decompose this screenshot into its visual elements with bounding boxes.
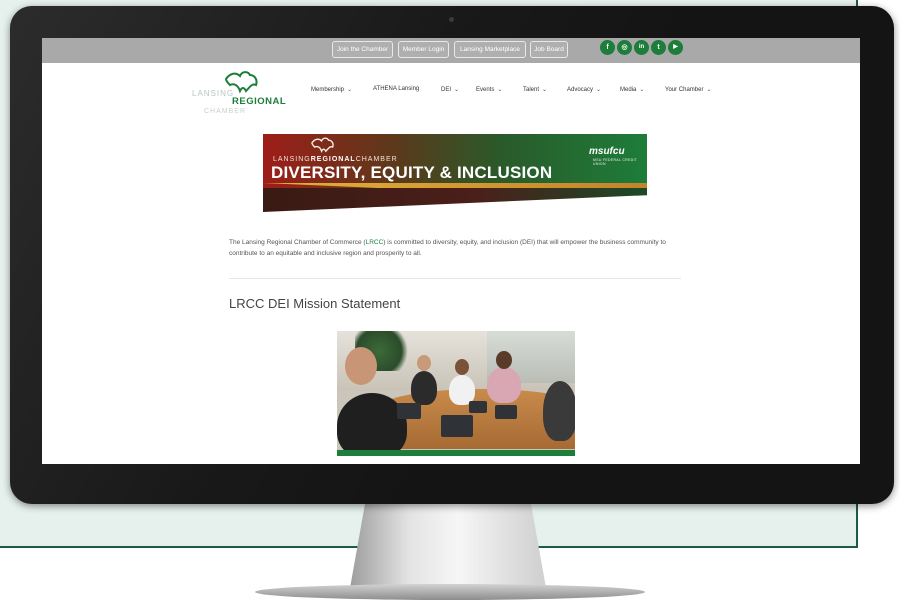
nav-item-advocacy[interactable]: Advocacy ⌄ bbox=[567, 86, 601, 93]
photo-person bbox=[337, 393, 407, 456]
member-login-button[interactable]: Member Login bbox=[398, 41, 449, 58]
nav-item-membership[interactable]: Membership ⌄ bbox=[311, 86, 352, 93]
nav-item-your-chamber[interactable]: Your Chamber ⌄ bbox=[665, 86, 712, 93]
chamber-logo[interactable]: LANSING REGIONAL CHAMBER bbox=[192, 69, 286, 117]
nav-item-dei[interactable]: DEI ⌄ bbox=[441, 86, 459, 93]
nav-item-label: Media bbox=[620, 87, 637, 93]
logo-text-regional: REGIONAL bbox=[232, 96, 287, 107]
facebook-icon[interactable]: f bbox=[600, 40, 615, 55]
nav-item-label: Membership bbox=[311, 87, 345, 93]
sponsor-logo: msufcu bbox=[589, 146, 625, 157]
chevron-down-icon: ⌄ bbox=[454, 87, 460, 93]
nav-item-events[interactable]: Events ⌄ bbox=[476, 86, 502, 93]
utility-bar: Join the Chamber Member Login Lansing Ma… bbox=[42, 38, 860, 63]
photo-person bbox=[487, 367, 521, 403]
photo-person-head bbox=[417, 355, 431, 371]
chevron-down-icon: ⌄ bbox=[347, 87, 353, 93]
photo-laptop bbox=[469, 401, 487, 413]
photo-person-head bbox=[345, 347, 377, 385]
intro-paragraph: The Lansing Regional Chamber of Commerce… bbox=[229, 237, 669, 259]
michigan-mitten-icon bbox=[311, 137, 334, 154]
website-screen: Join the Chamber Member Login Lansing Ma… bbox=[42, 38, 860, 464]
intro-text-before: The Lansing Regional Chamber of Commerce… bbox=[229, 239, 366, 246]
join-chamber-button[interactable]: Join the Chamber bbox=[332, 41, 393, 58]
chevron-down-icon: ⌄ bbox=[596, 87, 602, 93]
nav-item-media[interactable]: Media ⌄ bbox=[620, 86, 644, 93]
photo-laptop bbox=[397, 403, 421, 419]
banner-org-pre: LANSING bbox=[273, 156, 311, 163]
nav-item-athena-lansing[interactable]: ATHENA Lansing bbox=[373, 86, 419, 92]
chevron-down-icon: ⌄ bbox=[542, 87, 548, 93]
instagram-icon[interactable]: ◎ bbox=[617, 40, 632, 55]
job-board-button[interactable]: Job Board bbox=[530, 41, 568, 58]
banner-lower-band bbox=[263, 188, 647, 212]
logo-text-chamber: CHAMBER bbox=[204, 108, 247, 115]
logo-text-lansing: LANSING bbox=[192, 89, 235, 98]
monitor-stand-base bbox=[255, 584, 645, 600]
linkedin-icon[interactable]: in bbox=[634, 40, 649, 55]
nav-item-label: Talent bbox=[523, 87, 540, 93]
sponsor-tagline: MSU FEDERAL CREDIT UNION bbox=[593, 158, 638, 166]
chevron-down-icon: ⌄ bbox=[497, 87, 503, 93]
dei-banner: LANSINGREGIONALCHAMBER DIVERSITY, EQUITY… bbox=[263, 134, 647, 212]
mission-statement-heading: LRCC DEI Mission Statement bbox=[229, 296, 401, 311]
section-divider bbox=[229, 278, 681, 279]
twitter-icon[interactable]: t bbox=[651, 40, 666, 55]
photo-laptop bbox=[495, 405, 517, 419]
marketing-visual: Join the Chamber Member Login Lansing Ma… bbox=[0, 0, 900, 606]
photo-laptop bbox=[441, 415, 473, 437]
banner-title: DIVERSITY, EQUITY & INCLUSION bbox=[271, 163, 553, 182]
lansing-marketplace-button[interactable]: Lansing Marketplace bbox=[454, 41, 526, 58]
nav-item-talent[interactable]: Talent ⌄ bbox=[523, 86, 547, 93]
nav-item-label: Advocacy bbox=[567, 87, 594, 93]
nav-item-label: Your Chamber bbox=[665, 87, 704, 93]
photo-person-head bbox=[455, 359, 469, 375]
main-navigation: LANSING REGIONAL CHAMBER Membership ⌄ ATH… bbox=[42, 63, 860, 119]
photo-person bbox=[543, 381, 575, 441]
team-meeting-photo bbox=[337, 331, 575, 456]
chevron-down-icon: ⌄ bbox=[639, 87, 645, 93]
youtube-icon[interactable]: ▶ bbox=[668, 40, 683, 55]
photo-person bbox=[411, 371, 437, 405]
photo-green-strip bbox=[337, 450, 575, 456]
lrcc-link[interactable]: LRCC bbox=[366, 239, 384, 246]
chevron-down-icon: ⌄ bbox=[706, 87, 712, 93]
nav-item-label: Events bbox=[476, 87, 495, 93]
monitor-stand-neck bbox=[350, 500, 546, 588]
banner-org-post: CHAMBER bbox=[355, 156, 398, 163]
banner-org-bold: REGIONAL bbox=[310, 156, 356, 163]
photo-person-head bbox=[496, 351, 512, 369]
nav-item-label: DEI bbox=[441, 87, 452, 93]
banner-org-name: LANSINGREGIONALCHAMBER bbox=[273, 156, 398, 163]
webcam-icon bbox=[449, 17, 454, 22]
nav-item-label: ATHENA Lansing bbox=[373, 86, 420, 92]
